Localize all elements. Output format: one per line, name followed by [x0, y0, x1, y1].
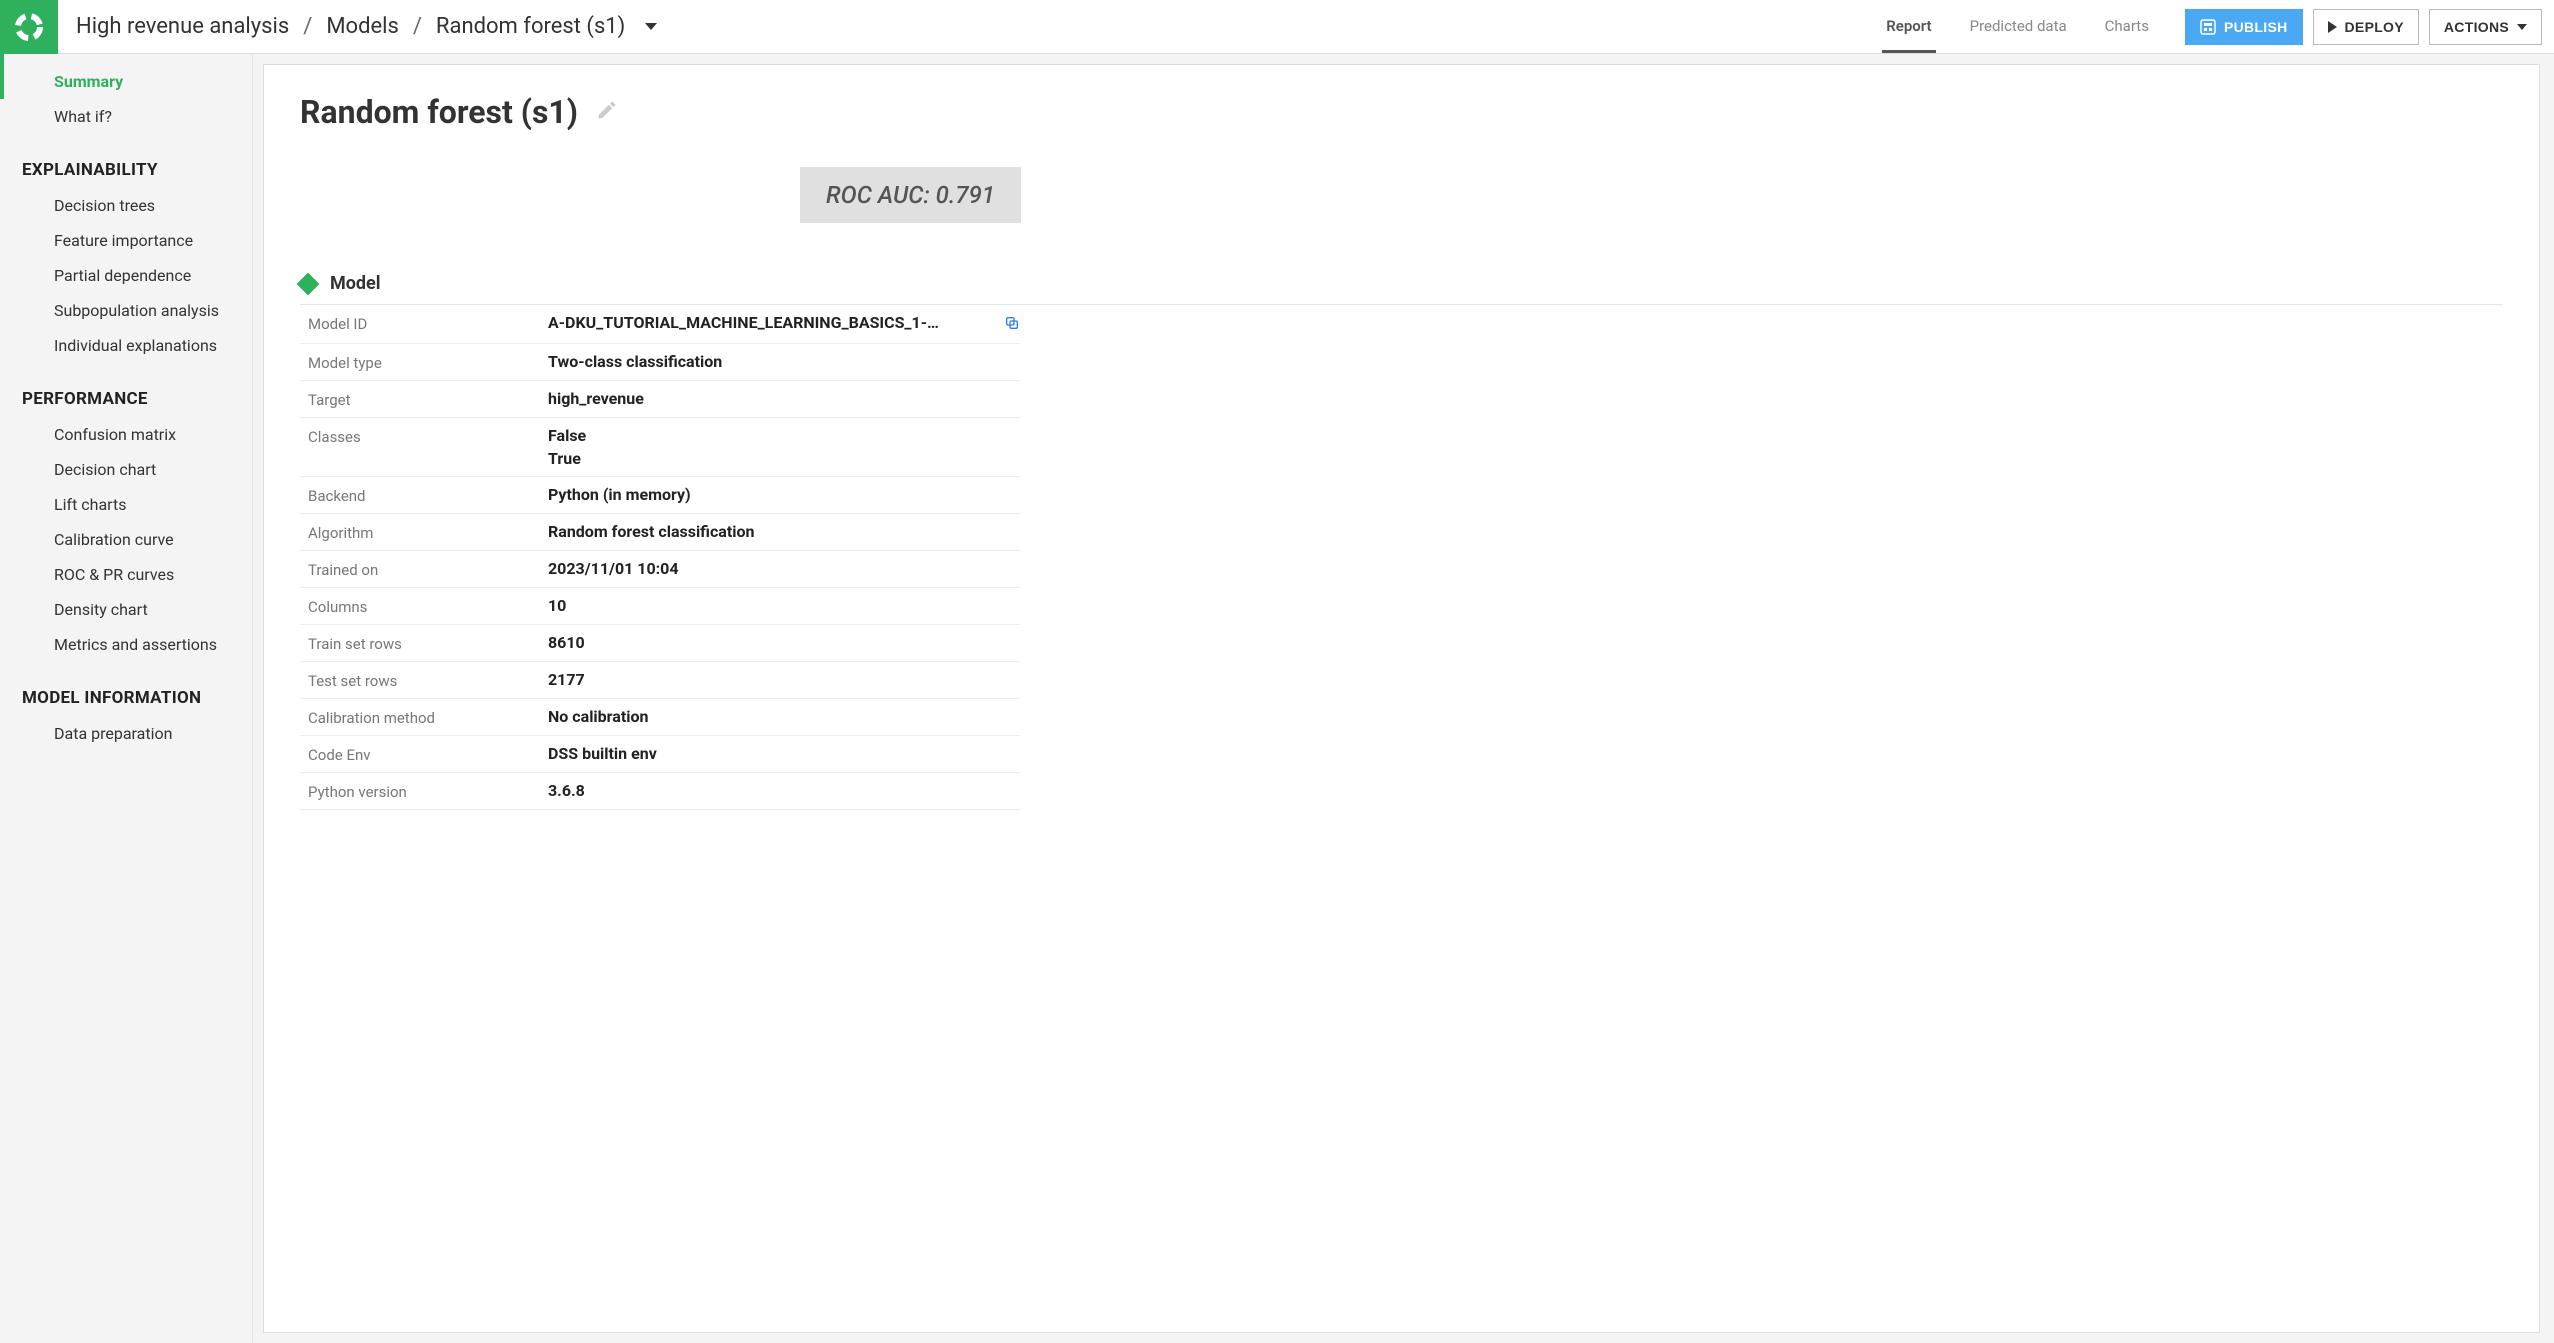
metric-box: ROC AUC: 0.791	[800, 167, 1021, 223]
row-key: Python version	[300, 781, 548, 801]
row-value: high_revenue	[548, 389, 1020, 408]
section-title: Model	[330, 273, 381, 294]
row-key: Trained on	[300, 559, 548, 579]
model-table: Model IDA-DKU_TUTORIAL_MACHINE_LEARNING_…	[300, 305, 1020, 810]
section-head-model[interactable]: Model	[300, 263, 2503, 305]
sidebar-item[interactable]: Summary	[0, 54, 252, 99]
sidebar-item[interactable]: Subpopulation analysis	[0, 293, 252, 328]
actions-button[interactable]: ACTIONS	[2429, 9, 2542, 45]
row-key: Target	[300, 389, 548, 409]
edit-icon[interactable]	[596, 99, 618, 125]
main-area: Random forest (s1) ROC AUC: 0.791 Model …	[253, 54, 2554, 1343]
sidebar-item[interactable]: Partial dependence	[0, 258, 252, 293]
publish-button[interactable]: PUBLISH	[2185, 9, 2303, 45]
table-row: ClassesFalseTrue	[300, 418, 1020, 477]
sidebar-item[interactable]: Lift charts	[0, 487, 252, 522]
row-value: 2177	[548, 670, 1020, 689]
table-row: Targethigh_revenue	[300, 381, 1020, 418]
breadcrumb-item[interactable]: Models	[326, 14, 399, 39]
breadcrumb-separator: /	[303, 14, 312, 39]
row-key: Backend	[300, 485, 548, 505]
sidebar: SummaryWhat if?EXPLAINABILITYDecision tr…	[0, 54, 253, 1343]
sidebar-group-title: EXPLAINABILITY	[0, 134, 252, 188]
breadcrumb-item-current[interactable]: Random forest (s1)	[436, 14, 625, 39]
row-value: 8610	[548, 633, 1020, 652]
play-icon	[2328, 21, 2337, 33]
table-row: Model IDA-DKU_TUTORIAL_MACHINE_LEARNING_…	[300, 305, 1020, 344]
sidebar-item[interactable]: ROC & PR curves	[0, 557, 252, 592]
header-tabs: Report Predicted data Charts	[1882, 0, 2153, 53]
row-key: Algorithm	[300, 522, 548, 542]
row-value: Python (in memory)	[548, 485, 1020, 504]
row-key: Code Env	[300, 744, 548, 764]
row-value: Random forest classification	[548, 522, 1020, 541]
diamond-icon	[297, 272, 320, 295]
table-row: Columns10	[300, 588, 1020, 625]
table-row: Code EnvDSS builtin env	[300, 736, 1020, 773]
tab-report[interactable]: Report	[1882, 0, 1935, 53]
deploy-button[interactable]: DEPLOY	[2313, 9, 2419, 45]
sidebar-item[interactable]: Feature importance	[0, 223, 252, 258]
row-value: DSS builtin env	[548, 744, 1020, 763]
logo[interactable]	[0, 0, 58, 54]
row-key: Model type	[300, 352, 548, 372]
sidebar-group-title: MODEL INFORMATION	[0, 662, 252, 716]
row-value: FalseTrue	[548, 426, 1020, 468]
sidebar-group-title: PERFORMANCE	[0, 363, 252, 417]
row-value: 3.6.8	[548, 781, 1020, 800]
sidebar-item[interactable]: Metrics and assertions	[0, 627, 252, 662]
metric-value: 0.791	[936, 181, 995, 209]
chevron-down-icon	[2517, 24, 2527, 30]
sidebar-item[interactable]: Decision trees	[0, 188, 252, 223]
row-value: 2023/11/01 10:04	[548, 559, 1020, 578]
table-row: Python version3.6.8	[300, 773, 1020, 810]
row-key: Columns	[300, 596, 548, 616]
table-row: Calibration methodNo calibration	[300, 699, 1020, 736]
sidebar-item[interactable]: Density chart	[0, 592, 252, 627]
sidebar-item[interactable]: Decision chart	[0, 452, 252, 487]
row-value: 10	[548, 596, 1020, 615]
publish-icon	[2200, 19, 2216, 35]
sidebar-item[interactable]: Data preparation	[0, 716, 252, 751]
breadcrumb-separator: /	[413, 14, 422, 39]
table-row: Test set rows2177	[300, 662, 1020, 699]
table-row: AlgorithmRandom forest classification	[300, 514, 1020, 551]
row-key: Calibration method	[300, 707, 548, 727]
table-row: Model typeTwo-class classification	[300, 344, 1020, 381]
row-key: Model ID	[300, 313, 548, 333]
row-key: Classes	[300, 426, 548, 446]
tab-charts[interactable]: Charts	[2101, 0, 2153, 53]
content-panel: Random forest (s1) ROC AUC: 0.791 Model …	[263, 64, 2540, 1333]
page-title: Random forest (s1)	[300, 93, 578, 131]
breadcrumb-item[interactable]: High revenue analysis	[76, 14, 289, 39]
row-key: Train set rows	[300, 633, 548, 653]
table-row: BackendPython (in memory)	[300, 477, 1020, 514]
chevron-down-icon[interactable]	[645, 23, 657, 30]
table-row: Train set rows8610	[300, 625, 1020, 662]
table-row: Trained on2023/11/01 10:04	[300, 551, 1020, 588]
sidebar-item[interactable]: Calibration curve	[0, 522, 252, 557]
row-value: No calibration	[548, 707, 1020, 726]
copy-icon[interactable]	[1004, 315, 1020, 335]
row-key: Test set rows	[300, 670, 548, 690]
logo-icon	[14, 12, 44, 42]
breadcrumb: High revenue analysis / Models / Random …	[58, 14, 657, 39]
tab-predicted-data[interactable]: Predicted data	[1966, 0, 2071, 53]
sidebar-item[interactable]: Confusion matrix	[0, 417, 252, 452]
metric-label: ROC AUC:	[826, 181, 930, 209]
sidebar-item[interactable]: Individual explanations	[0, 328, 252, 363]
row-value: A-DKU_TUTORIAL_MACHINE_LEARNING_BASICS_1…	[548, 313, 1020, 335]
header: High revenue analysis / Models / Random …	[0, 0, 2554, 54]
sidebar-item[interactable]: What if?	[0, 99, 252, 134]
row-value: Two-class classification	[548, 352, 1020, 371]
